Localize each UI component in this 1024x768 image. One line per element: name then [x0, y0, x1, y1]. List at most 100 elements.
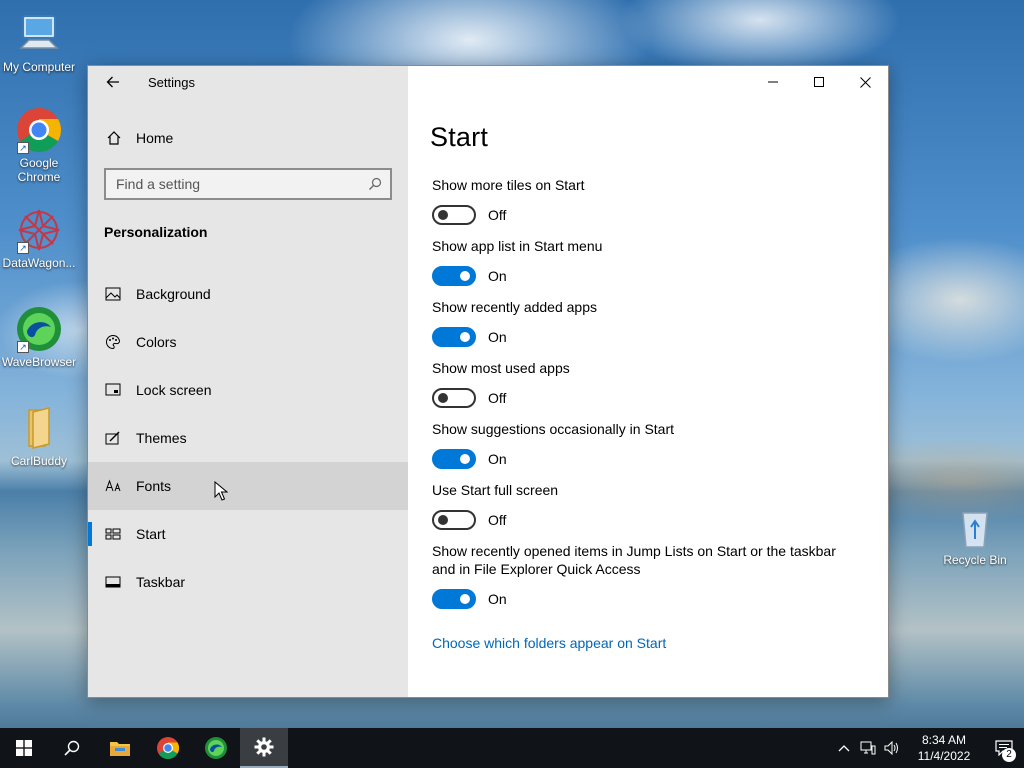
- datawagon-icon: ↗: [15, 206, 63, 254]
- back-arrow-icon: [106, 76, 119, 88]
- taskbar-settings[interactable]: [240, 728, 288, 768]
- wavebrowser-icon: [205, 737, 227, 759]
- desktop-icon-label: Recycle Bin: [943, 553, 1007, 567]
- nav-home[interactable]: Home: [88, 118, 408, 158]
- themes-icon: [105, 430, 121, 446]
- section-title: Personalization: [104, 224, 208, 240]
- sidebar-item-background[interactable]: Background: [88, 270, 408, 318]
- sidebar-item-taskbar[interactable]: Taskbar: [88, 558, 408, 606]
- sidebar-item-start[interactable]: Start: [88, 510, 408, 558]
- shortcut-arrow-icon: ↗: [17, 142, 29, 154]
- colors-icon: [105, 334, 121, 350]
- desktop-icon-carlbuddy[interactable]: CarlBuddy: [0, 404, 79, 468]
- sidebar-item-fonts[interactable]: Fonts: [88, 462, 408, 510]
- shortcut-arrow-icon: ↗: [17, 341, 29, 353]
- fonts-icon: [105, 478, 121, 494]
- sidebar-item-colors[interactable]: Colors: [88, 318, 408, 366]
- taskbar: 8:34 AM 11/4/2022 2: [0, 728, 1024, 768]
- desktop-icon-label: My Computer: [2, 60, 76, 74]
- clock-time: 8:34 AM: [921, 733, 967, 747]
- toggle-state: On: [488, 451, 507, 467]
- show-hidden-icons-button[interactable]: [832, 728, 856, 768]
- toggle-state: On: [488, 268, 507, 284]
- setting-label: Show recently opened items in Jump Lists…: [432, 543, 836, 577]
- taskbar-file-explorer[interactable]: [96, 728, 144, 768]
- page-title: Start: [430, 122, 489, 152]
- minimize-icon: [768, 81, 778, 83]
- recycle-bin-icon: [951, 503, 999, 551]
- settings-sidebar: Settings Home Find a setting Personaliza…: [88, 66, 408, 697]
- sidebar-item-themes[interactable]: Themes: [88, 414, 408, 462]
- window-title: Settings: [148, 74, 195, 90]
- sidebar-item-lock-screen[interactable]: Lock screen: [88, 366, 408, 414]
- settings-content: Start Show more tiles on Start Off Show …: [408, 66, 888, 697]
- nav-list: Background Colors Lock screen Themes Fon…: [88, 270, 408, 606]
- setting-label: Show more tiles on Start: [432, 177, 585, 193]
- maximize-button[interactable]: [796, 66, 842, 98]
- toggle-knob: [460, 454, 470, 464]
- close-button[interactable]: [842, 66, 888, 98]
- network-icon: [860, 741, 876, 755]
- setting-jump-lists: Show recently opened items in Jump Lists…: [432, 542, 852, 610]
- chrome-icon: ↗: [15, 106, 63, 154]
- home-label: Home: [136, 130, 174, 146]
- desktop-icon-label: CarlBuddy: [10, 454, 68, 468]
- search-input[interactable]: Find a setting: [104, 168, 392, 200]
- desktop-icon-datawagon[interactable]: ↗ DataWagon...: [0, 206, 79, 270]
- chevron-up-icon: [838, 745, 850, 752]
- setting-label: Show most used apps: [432, 360, 570, 376]
- close-icon: [859, 76, 871, 88]
- toggle-switch[interactable]: [432, 266, 476, 286]
- toggle-knob: [460, 332, 470, 342]
- settings-window: Settings Home Find a setting Personaliza…: [87, 65, 889, 698]
- settings-list: Show more tiles on Start Off Show app li…: [432, 176, 852, 653]
- toggle-switch[interactable]: [432, 327, 476, 347]
- sidebar-item-label: Taskbar: [136, 574, 186, 590]
- toggle-knob: [438, 210, 448, 220]
- toggle-state: Off: [488, 390, 507, 406]
- setting-show-most-used: Show most used apps Off: [432, 359, 852, 409]
- sidebar-item-label: Lock screen: [136, 382, 212, 398]
- minimize-button[interactable]: [750, 66, 796, 98]
- desktop-icon-wavebrowser[interactable]: ↗ WaveBrowser: [0, 305, 79, 369]
- toggle-switch[interactable]: [432, 388, 476, 408]
- lock-screen-icon: [105, 382, 121, 398]
- choose-folders-link[interactable]: Choose which folders appear on Start: [432, 635, 666, 651]
- system-tray: 8:34 AM 11/4/2022 2: [832, 728, 1024, 768]
- clock-date: 11/4/2022: [917, 749, 971, 763]
- start-button[interactable]: [0, 728, 48, 768]
- sidebar-item-label: Background: [136, 286, 211, 302]
- desktop-icon-label: DataWagon...: [2, 256, 76, 270]
- desktop-icon-recycle-bin[interactable]: Recycle Bin: [935, 503, 1015, 567]
- setting-label: Show suggestions occasionally in Start: [432, 421, 675, 437]
- taskbar-chrome[interactable]: [144, 728, 192, 768]
- setting-show-more-tiles: Show more tiles on Start Off: [432, 176, 852, 226]
- toggle-switch[interactable]: [432, 449, 476, 469]
- back-button[interactable]: [104, 73, 122, 91]
- desktop-icon-chrome[interactable]: ↗ Google Chrome: [0, 106, 79, 184]
- sidebar-item-label: Themes: [136, 430, 187, 446]
- shortcut-arrow-icon: ↗: [17, 242, 29, 254]
- desktop-icon-label: WaveBrowser: [1, 355, 77, 369]
- sidebar-item-label: Colors: [136, 334, 177, 350]
- desktop-icon-my-computer[interactable]: My Computer: [0, 10, 79, 74]
- window-controls: [750, 66, 888, 98]
- toggle-knob: [460, 594, 470, 604]
- setting-full-screen: Use Start full screen Off: [432, 481, 852, 531]
- desktop-icon-label: Google Chrome: [17, 156, 61, 184]
- taskbar-wavebrowser[interactable]: [192, 728, 240, 768]
- taskbar-icon: [105, 574, 121, 590]
- toggle-knob: [438, 393, 448, 403]
- toggle-state: Off: [488, 512, 507, 528]
- volume-button[interactable]: [880, 728, 904, 768]
- toggle-switch[interactable]: [432, 589, 476, 609]
- action-center-button[interactable]: 2: [984, 728, 1024, 768]
- toggle-state: On: [488, 329, 507, 345]
- toggle-switch[interactable]: [432, 205, 476, 225]
- search-button[interactable]: [48, 728, 96, 768]
- toggle-switch[interactable]: [432, 510, 476, 530]
- title-bar[interactable]: Settings: [88, 66, 408, 98]
- network-button[interactable]: [856, 728, 880, 768]
- clock[interactable]: 8:34 AM 11/4/2022: [910, 732, 978, 764]
- search-icon: [369, 177, 382, 190]
